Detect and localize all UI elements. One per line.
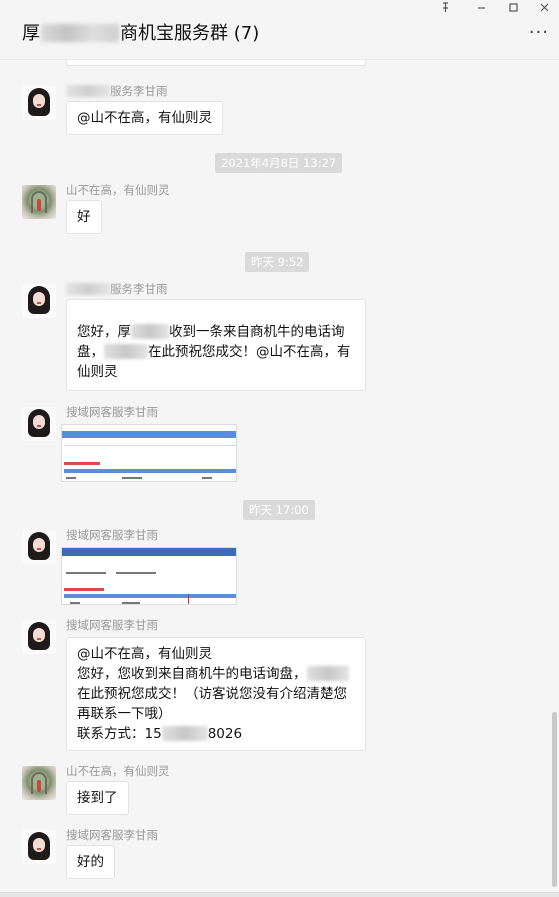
sender-name: 搜域网客服李甘雨 [66,405,158,419]
scrollbar[interactable] [552,712,557,887]
message-bubble[interactable]: 接到了 [66,781,129,815]
screenshot-image[interactable] [61,424,237,482]
more-options-icon[interactable]: ··· [529,22,549,43]
message-list[interactable]: 服务李甘雨 @山不在高，有仙则灵 2021年4月8日 13:27 山不在高，有仙… [0,60,559,892]
timestamp: 昨天 17:00 [243,500,315,520]
avatar[interactable] [22,620,56,654]
message-bubble[interactable]: @山不在高，有仙则灵 [66,101,223,135]
avatar[interactable] [22,284,56,318]
chat-title: 厚 商机宝服务群 (7) [22,19,259,45]
minimize-icon[interactable] [476,2,487,16]
sender-name: 服务李甘雨 [66,83,168,99]
maximize-icon[interactable] [508,2,519,16]
avatar[interactable] [22,407,56,441]
avatar[interactable] [22,530,56,564]
avatar[interactable] [22,86,56,120]
avatar[interactable] [22,830,56,864]
screenshot-image[interactable] [61,547,237,605]
avatar[interactable] [22,185,56,219]
sender-name: 山不在高，有仙则灵 [66,183,170,197]
timestamp: 2021年4月8日 13:27 [215,153,343,173]
redacted-text [41,24,119,42]
avatar[interactable] [22,766,56,800]
timestamp: 昨天 9:52 [245,252,310,272]
title-suffix: 商机宝服务群 (7) [120,23,260,44]
sender-name: 服务李甘雨 [66,281,168,297]
pin-icon[interactable] [440,2,451,16]
message-bubble[interactable]: @山不在高，有仙则灵 您好，您收到来自商机牛的电话询盘， 在此预祝您成交！（访客… [66,637,366,751]
message-bubble[interactable]: 您好，厚 收到一条来自商机牛的电话询盘， 在此预祝您成交！@山不在高，有仙则灵 [66,299,366,391]
title-prefix: 厚 [22,23,40,44]
sender-name: 山不在高，有仙则灵 [66,764,170,778]
close-icon[interactable] [539,2,550,16]
sender-name: 搜域网客服李甘雨 [66,618,158,632]
message-bubble[interactable]: 好的 [66,845,115,879]
sender-name: 搜域网客服李甘雨 [66,528,158,542]
message-bubble[interactable]: 好 [66,200,102,234]
input-divider [0,892,559,897]
partial-bubble [66,60,366,66]
sender-name: 搜域网客服李甘雨 [66,828,158,842]
chat-header: 厚 商机宝服务群 (7) ··· [0,0,559,60]
